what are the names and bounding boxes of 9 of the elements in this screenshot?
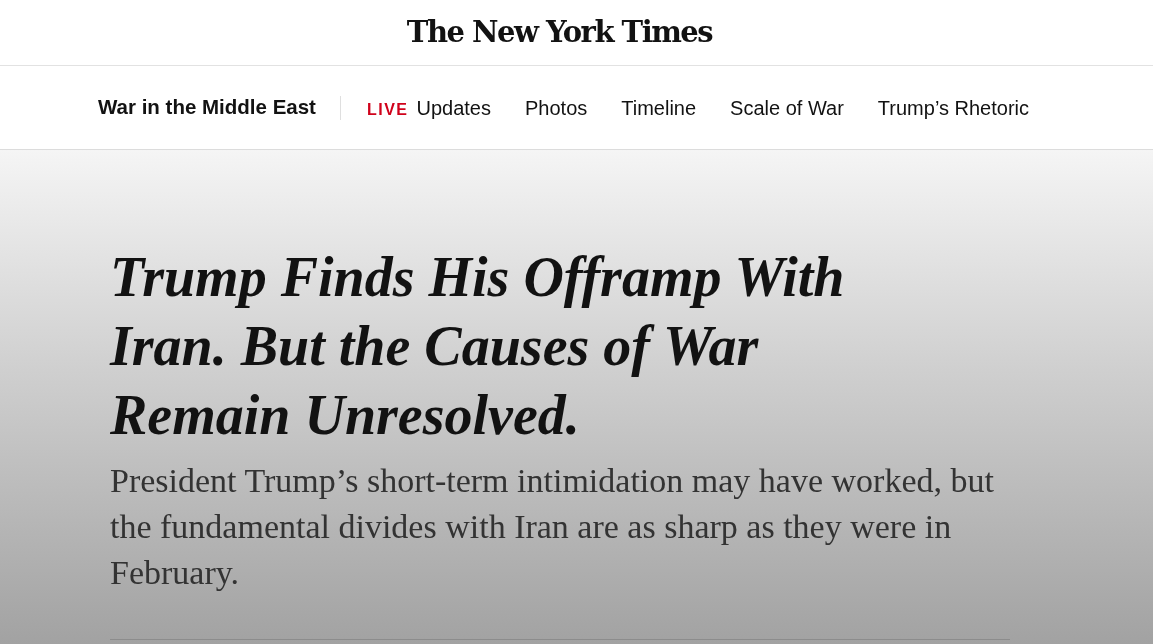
section-nav-link[interactable]: Trump’s Rhetoric: [877, 92, 1029, 123]
section-title-link[interactable]: War in the Middle East: [98, 92, 316, 123]
live-updates-link[interactable]: LIVE Updates: [366, 92, 491, 123]
headline: Trump Finds His Offramp With Iran. But the Causes of War Remain Unresolved.: [110, 245, 846, 448]
section-nav-link[interactable]: Timeline: [621, 92, 697, 123]
section-nav-link[interactable]: Photos: [525, 92, 588, 123]
summary: President Trump’s short-term intimidation may have worked, but the fundamental divides with Iran are as sharp as they were in February.: [110, 461, 995, 593]
site-logo[interactable]: The New York Times: [406, 10, 713, 55]
section-nav-link[interactable]: Scale of War: [730, 92, 844, 123]
